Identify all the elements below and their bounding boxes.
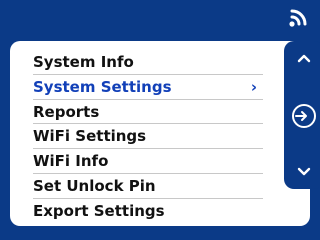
menu-item-wifi-settings[interactable]: WiFi Settings — [33, 124, 263, 150]
chevron-up-icon — [297, 53, 311, 63]
chevron-right-icon: › — [250, 77, 257, 96]
scroll-down-button[interactable] — [284, 157, 320, 187]
menu-item-label: Export Settings — [33, 201, 165, 220]
side-control-panel — [284, 41, 320, 189]
status-bar — [0, 0, 320, 32]
enter-button[interactable] — [284, 101, 320, 131]
menu-item-label: WiFi Info — [33, 152, 109, 171]
scroll-up-button[interactable] — [284, 43, 320, 73]
menu-item-label: System Info — [33, 53, 134, 71]
menu-item-system-settings[interactable]: System Settings › — [33, 75, 263, 100]
menu-item-label: System Settings — [33, 77, 172, 96]
menu-item-label: WiFi Settings — [33, 127, 147, 146]
menu-item-label: Reports — [33, 102, 100, 121]
menu-item-system-info[interactable]: System Info — [33, 50, 263, 75]
menu-item-wifi-info[interactable]: WiFi Info — [33, 149, 263, 174]
menu-item-set-unlock-pin[interactable]: Set Unlock Pin — [33, 174, 263, 199]
menu-item-label: Set Unlock Pin — [33, 176, 156, 195]
menu-list: System Info System Settings › Reports Wi… — [33, 50, 263, 224]
menu-item-reports[interactable]: Reports — [33, 100, 263, 125]
menu-item-export-settings[interactable]: Export Settings — [33, 199, 263, 224]
enter-icon — [291, 103, 317, 129]
wifi-icon — [288, 4, 312, 28]
chevron-down-icon — [297, 167, 311, 177]
